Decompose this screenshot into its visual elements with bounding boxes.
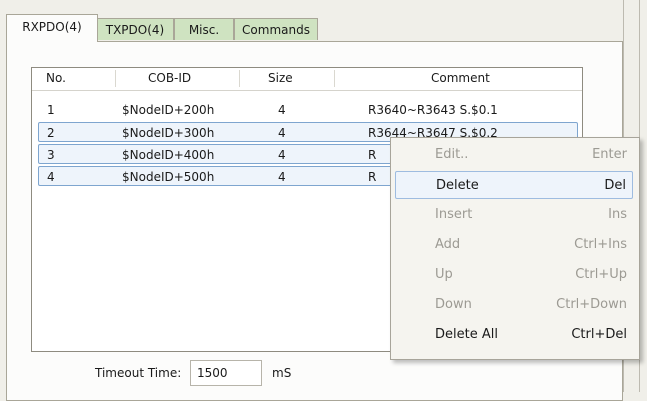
cell-size: 4 <box>278 148 286 162</box>
tab-label: Commands <box>242 23 310 37</box>
cell-no: 4 <box>47 170 55 184</box>
menu-item-label: Delete <box>436 178 479 193</box>
cell-cob-id: $NodeID+500h <box>122 170 215 184</box>
menu-item-delete-all[interactable]: Delete All Ctrl+Del <box>395 321 633 349</box>
tab-label: TXPDO(4) <box>105 23 165 37</box>
cell-comment: R <box>368 170 377 184</box>
context-menu: Edit.. Enter Delete Del Insert Ins Add Ctrl+… <box>390 137 640 360</box>
menu-item-down[interactable]: Down Ctrl+Down <box>395 291 633 319</box>
menu-item-label: Delete All <box>435 327 498 342</box>
timeout-label: Timeout Time: <box>95 366 182 380</box>
table-row[interactable]: 1 $NodeID+200h 4 R3640~R3643 S.$0.1 <box>38 100 578 120</box>
tab-label: RXPDO(4) <box>22 20 82 34</box>
tab-commands[interactable]: Commands <box>234 18 318 40</box>
tab-misc[interactable]: Misc. <box>174 18 234 40</box>
menu-item-label: Edit.. <box>435 147 469 162</box>
column-header-comment[interactable]: Comment <box>431 68 490 89</box>
menu-item-shortcut: Del <box>604 178 626 193</box>
list-header: No. COB-ID Size Comment <box>32 68 582 91</box>
cell-size: 4 <box>278 103 286 117</box>
menu-item-edit[interactable]: Edit.. Enter <box>395 141 633 169</box>
menu-item-label: Insert <box>435 207 473 222</box>
menu-item-up[interactable]: Up Ctrl+Up <box>395 261 633 289</box>
menu-item-shortcut: Ins <box>608 207 627 222</box>
column-header-no[interactable]: No. <box>46 68 66 89</box>
cell-comment: R3640~R3643 S.$0.1 <box>368 103 498 117</box>
menu-item-shortcut: Ctrl+Down <box>556 297 627 312</box>
menu-item-shortcut: Ctrl+Ins <box>574 237 627 252</box>
column-separator <box>334 70 335 87</box>
column-header-size[interactable]: Size <box>268 68 293 89</box>
menu-item-insert[interactable]: Insert Ins <box>395 201 633 229</box>
menu-item-shortcut: Ctrl+Up <box>575 267 627 282</box>
menu-item-shortcut: Enter <box>592 147 627 162</box>
cell-no: 1 <box>47 103 55 117</box>
menu-item-shortcut: Ctrl+Del <box>571 327 627 342</box>
cell-no: 3 <box>47 148 55 162</box>
tab-txpdo[interactable]: TXPDO(4) <box>96 18 174 40</box>
menu-item-add[interactable]: Add Ctrl+Ins <box>395 231 633 259</box>
tab-label: Misc. <box>188 23 220 37</box>
cell-cob-id: $NodeID+300h <box>122 126 215 140</box>
tab-rxpdo[interactable]: RXPDO(4) <box>6 14 98 42</box>
cell-no: 2 <box>47 126 55 140</box>
menu-item-label: Down <box>435 297 472 312</box>
timeout-unit: mS <box>272 366 292 380</box>
cell-cob-id: $NodeID+400h <box>122 148 215 162</box>
menu-item-delete[interactable]: Delete Del <box>395 171 633 199</box>
cell-comment: R <box>368 148 377 162</box>
menu-item-label: Up <box>435 267 453 282</box>
cell-cob-id: $NodeID+200h <box>122 103 215 117</box>
column-header-cob-id[interactable]: COB-ID <box>148 68 191 89</box>
cell-size: 4 <box>278 126 286 140</box>
cell-size: 4 <box>278 170 286 184</box>
column-separator <box>115 70 116 87</box>
timeout-input[interactable]: 1500 <box>190 360 262 386</box>
menu-item-label: Add <box>435 237 461 252</box>
column-separator <box>239 70 240 87</box>
